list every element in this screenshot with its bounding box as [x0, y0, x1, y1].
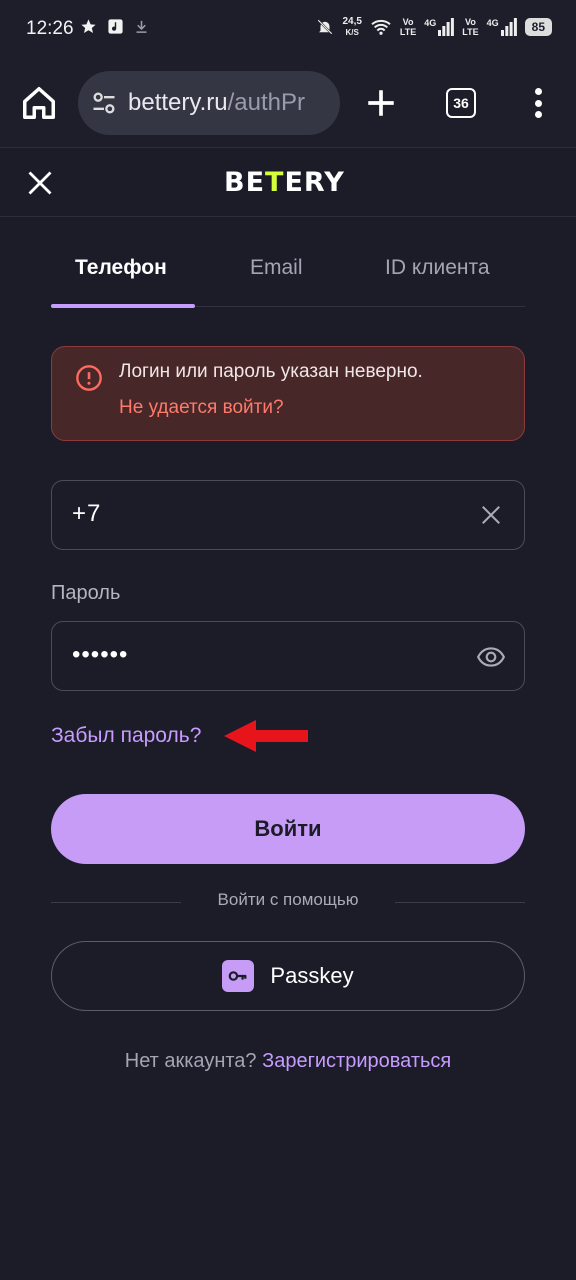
- volte-1-lte: LTE: [399, 27, 417, 37]
- net-speed: 24,5 K/S: [342, 16, 361, 38]
- error-icon: [76, 365, 102, 391]
- close-icon[interactable]: [26, 169, 54, 197]
- url-text[interactable]: bettery.ru/authPr: [128, 89, 305, 117]
- download-icon: [136, 20, 147, 33]
- site-header: BETERY: [0, 149, 576, 217]
- show-password-icon[interactable]: [476, 643, 506, 671]
- volte-1-vo: Vo: [402, 17, 414, 27]
- volte-2-vo: Vo: [465, 17, 476, 27]
- notification-icons: [80, 18, 149, 35]
- password-label: Пароль: [51, 582, 121, 604]
- url-domain: bettery.ru: [128, 89, 228, 116]
- phone-input[interactable]: +7: [72, 500, 101, 528]
- volte-2-lte: LTE: [462, 27, 479, 37]
- logo-text-accent: T: [265, 167, 285, 198]
- alt-login-label: Войти с помощью: [217, 890, 359, 909]
- browser-toolbar: bettery.ru/authPr 36: [0, 58, 576, 148]
- battery-indicator: 85: [524, 18, 552, 36]
- signup-prompt-text: Нет аккаунта?: [124, 1050, 257, 1072]
- net-speed-unit: K/S: [345, 28, 359, 37]
- site-settings-icon[interactable]: [90, 89, 118, 117]
- password-input[interactable]: ••••••: [72, 641, 128, 669]
- net-speed-value: 24,5: [342, 16, 362, 27]
- active-tab-indicator: [51, 304, 195, 308]
- wifi-icon: [371, 19, 391, 35]
- address-bar[interactable]: bettery.ru/authPr: [78, 71, 340, 135]
- home-icon[interactable]: [20, 84, 58, 122]
- alt-login-divider: Войти с помощью: [51, 888, 525, 916]
- signal-bars-1-icon: [438, 18, 455, 36]
- phone-field[interactable]: +7: [51, 480, 525, 550]
- passkey-label: Passkey: [270, 963, 354, 988]
- login-button[interactable]: Войти: [51, 794, 525, 864]
- signal-2: 4G: [487, 18, 517, 36]
- red-arrow-annotation-icon: [224, 720, 308, 752]
- divider-line-right: [395, 902, 525, 903]
- tab-client-id[interactable]: ID клиента: [385, 256, 490, 280]
- status-bar: 12:26 24,5 K/S Vo LTE 4G Vo LTE 4G 85: [0, 0, 576, 58]
- mute-bell-icon: [317, 19, 333, 35]
- signal-1-type: 4G: [424, 18, 437, 28]
- password-field[interactable]: ••••••: [51, 621, 525, 691]
- volte-2: Vo LTE: [462, 17, 478, 37]
- tab-switcher-button[interactable]: 36: [446, 88, 476, 118]
- url-path: /authPr: [227, 89, 305, 116]
- cant-login-link[interactable]: Не удается войти?: [119, 397, 284, 419]
- passkey-button[interactable]: Passkey: [51, 941, 525, 1011]
- signal-2-type: 4G: [486, 18, 499, 28]
- signal-1: 4G: [424, 18, 455, 36]
- error-alert: Логин или пароль указан неверно. Не удае…: [51, 346, 525, 441]
- key-icon: [222, 960, 255, 992]
- signup-link[interactable]: Зарегистрироваться: [262, 1050, 451, 1072]
- signal-bars-2-icon: [500, 18, 517, 36]
- app-notification-icon: [108, 19, 123, 34]
- new-tab-icon[interactable]: [364, 86, 398, 120]
- login-method-tabs: Телефон Email ID клиента: [51, 236, 525, 308]
- status-time: 12:26: [26, 18, 74, 39]
- clear-icon[interactable]: [480, 504, 502, 526]
- tab-phone[interactable]: Телефон: [75, 256, 167, 280]
- tab-email[interactable]: Email: [250, 256, 303, 280]
- browser-menu-icon[interactable]: [524, 86, 552, 120]
- star-icon: [81, 19, 96, 34]
- signup-prompt: Нет аккаунта? Зарегистрироваться: [0, 1050, 576, 1073]
- forgot-password-link[interactable]: Забыл пароль?: [51, 724, 201, 748]
- site-logo: BETERY: [224, 167, 345, 201]
- system-indicators: 24,5 K/S Vo LTE 4G Vo LTE 4G 85: [316, 16, 552, 38]
- error-message: Логин или пароль указан неверно.: [119, 361, 423, 382]
- volte-1: Vo LTE: [400, 17, 416, 37]
- logo-text-2: ERY: [284, 167, 345, 198]
- logo-text-1: BE: [224, 167, 266, 198]
